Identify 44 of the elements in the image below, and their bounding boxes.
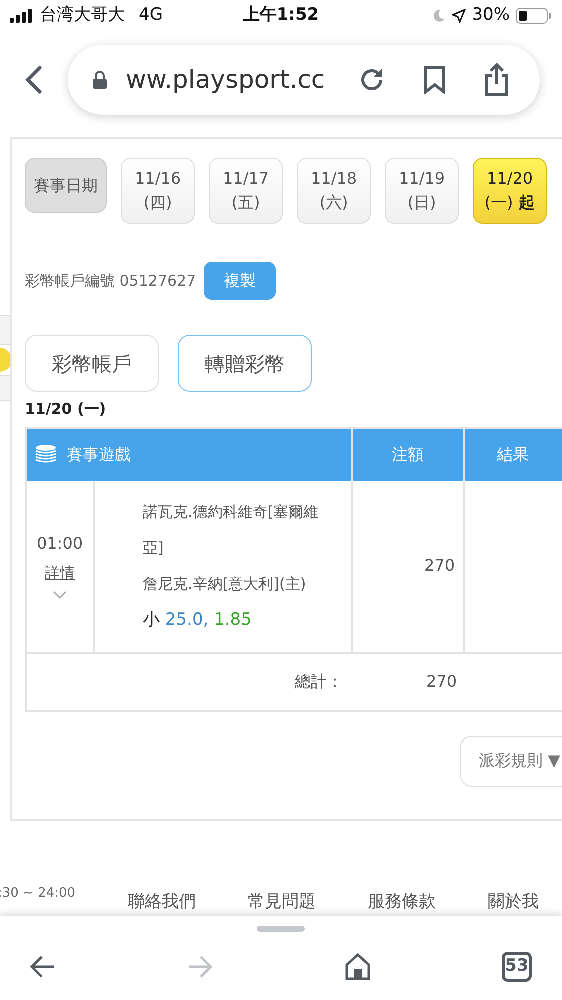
home-icon[interactable] (344, 953, 371, 981)
match-time: 01:00 (36, 532, 84, 555)
share-icon[interactable] (484, 62, 510, 96)
column-header: 結果 (496, 444, 530, 466)
date-button[interactable]: 11/20 (一) 起 (473, 158, 547, 224)
date-label: 賽事日期 (25, 158, 107, 213)
date-button[interactable]: 11/17 (五) (209, 158, 283, 224)
stake-amount: 270 (424, 555, 455, 577)
lock-icon (92, 70, 108, 90)
location-arrow-icon (452, 9, 466, 23)
signal-icon (10, 9, 34, 23)
coin-stack-icon (35, 444, 57, 466)
footer-link[interactable]: 常見問題 (248, 892, 316, 912)
tab[interactable]: 轉贈彩幣 (178, 335, 312, 392)
team-name: 詹尼克.辛納[意大利](主) (143, 574, 308, 595)
bookmark-icon[interactable] (424, 66, 446, 94)
day-heading: 11/20 (一) (25, 399, 108, 420)
bet-pick: 小 25.0, 1.85 (143, 609, 253, 632)
footer-link[interactable]: 聯絡我們 (128, 892, 196, 912)
tab-count-button[interactable]: 53 (502, 952, 532, 982)
address-bar[interactable]: ww.playsport.cc (68, 44, 540, 114)
date-button[interactable]: 11/19 (日) (385, 158, 459, 224)
clock: 上午1:52 (242, 4, 320, 28)
back-arrow-icon[interactable] (30, 955, 56, 979)
payout-rules-dropdown[interactable]: 派彩規則 ▼ (460, 736, 562, 786)
team-name: 諾瓦克.德約科維奇[塞爾維亞] (143, 502, 320, 559)
url-text: ww.playsport.cc (126, 64, 326, 96)
battery-icon (516, 8, 552, 24)
total-amount: 270 (426, 670, 457, 692)
drag-handle[interactable] (257, 926, 305, 932)
column-header: 注額 (353, 428, 465, 480)
moon-icon (432, 9, 446, 23)
account-number: 彩幣帳戶編號 05127627 (25, 270, 196, 292)
date-button[interactable]: 11/18 (六) (297, 158, 371, 224)
footer-link[interactable]: 關於我 (488, 892, 539, 912)
footer-link[interactable]: 服務條款 (368, 892, 436, 912)
carrier-name: 台湾大哥大 (40, 4, 125, 28)
total-label: 總計： (295, 670, 343, 692)
tab[interactable]: 彩幣帳戶 (25, 335, 159, 392)
details-link[interactable]: 詳情 (45, 562, 75, 584)
column-header: 賽事遊戲 (67, 444, 131, 466)
battery-percent: 30% (472, 4, 510, 28)
date-button[interactable]: 11/16 (四) (121, 158, 195, 224)
network-type: 4G (139, 4, 163, 28)
